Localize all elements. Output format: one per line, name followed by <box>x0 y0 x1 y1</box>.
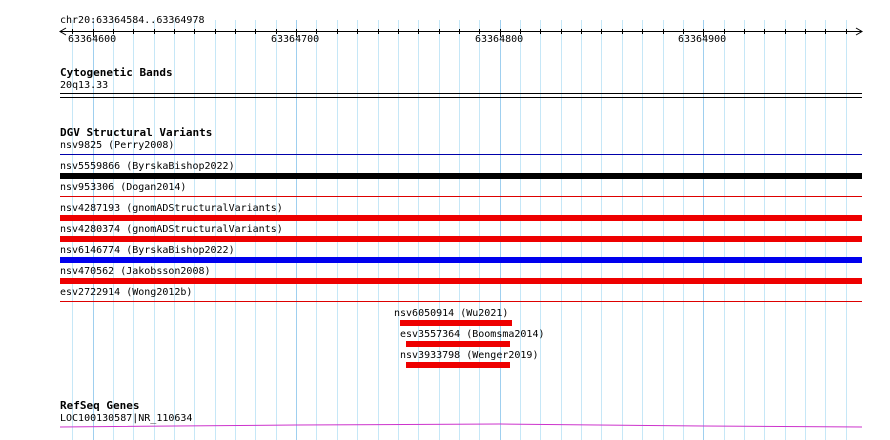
dgv-feature-bar[interactable] <box>60 278 862 284</box>
ruler-tick-label: 63364900 <box>678 34 727 45</box>
dgv-feature-label[interactable]: esv3557364 (Boomsma2014) <box>400 329 545 341</box>
refseq-genes-track-title[interactable]: RefSeq Genes <box>60 400 139 412</box>
dgv-feature-label[interactable]: nsv9825 (Perry2008) <box>60 140 174 152</box>
dgv-feature-label[interactable]: nsv4287193 (gnomADStructuralVariants) <box>60 203 283 215</box>
ruler-tick-label: 63364700 <box>271 34 320 45</box>
dgv-feature-bar[interactable] <box>60 257 862 263</box>
dgv-feature-label[interactable]: nsv470562 (Jakobsson2008) <box>60 266 211 278</box>
dgv-feature-bar[interactable] <box>406 362 510 368</box>
dgv-feature-label[interactable]: nsv3933798 (Wenger2019) <box>400 350 538 362</box>
refseq-feature-label[interactable]: LOC100130587|NR_110634 <box>60 413 192 425</box>
dgv-feature-bar[interactable] <box>400 320 512 326</box>
dgv-feature-label[interactable]: nsv6146774 (ByrskaBishop2022) <box>60 245 235 257</box>
region-label: chr20:63364584..63364978 <box>60 15 205 26</box>
dgv-feature-bar[interactable] <box>60 236 862 242</box>
cyto-feature-label[interactable]: 20q13.33 <box>60 80 108 92</box>
dgv-feature-label[interactable]: nsv4280374 (gnomADStructuralVariants) <box>60 224 283 236</box>
dgv-feature-label[interactable]: nsv6050914 (Wu2021) <box>394 308 508 320</box>
dgv-structural-variants-track-title[interactable]: DGV Structural Variants <box>60 127 212 139</box>
dgv-feature-bar[interactable] <box>60 215 862 221</box>
dgv-feature-label[interactable]: nsv953306 (Dogan2014) <box>60 182 186 194</box>
ruler-tick-label: 63364600 <box>68 34 117 45</box>
dgv-feature-label[interactable]: nsv5559866 (ByrskaBishop2022) <box>60 161 235 173</box>
ruler-tick-label: 63364800 <box>475 34 524 45</box>
dgv-feature-bar[interactable] <box>406 341 510 347</box>
dgv-feature-bar[interactable] <box>60 173 862 179</box>
dgv-feature-label[interactable]: esv2722914 (Wong2012b) <box>60 287 192 299</box>
cytogenetic-bands-track-title[interactable]: Cytogenetic Bands <box>60 67 173 79</box>
